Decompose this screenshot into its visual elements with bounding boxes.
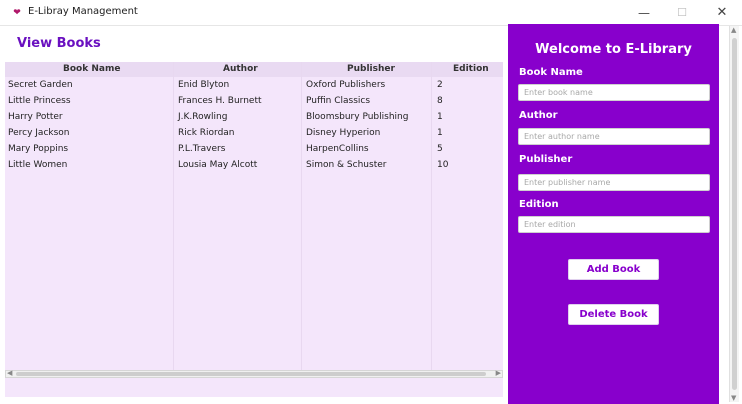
cell-author: P.L.Travers: [178, 144, 226, 154]
table-row[interactable]: Mary Poppins P.L.Travers HarpenCollins 5: [5, 142, 503, 157]
cell-book-name: Little Princess: [8, 96, 71, 106]
add-book-button[interactable]: Add Book: [568, 259, 659, 280]
table-row[interactable]: Secret Garden Enid Blyton Oxford Publish…: [5, 78, 503, 93]
edition-input[interactable]: [518, 216, 710, 233]
table-row[interactable]: Harry Potter J.K.Rowling Bloomsbury Publ…: [5, 110, 503, 125]
cell-book-name: Little Women: [8, 160, 68, 170]
heart-icon: ❤: [13, 8, 21, 18]
form-heading: Welcome to E-Library: [535, 42, 692, 57]
app-window: ❤ E-Libray Management — ☐ ✕ View Books B…: [0, 0, 742, 404]
table-row[interactable]: Percy Jackson Rick Riordan Disney Hyperi…: [5, 126, 503, 141]
cell-edition: 8: [437, 96, 443, 106]
cell-publisher: Disney Hyperion: [306, 128, 381, 138]
publisher-label: Publisher: [519, 154, 573, 165]
scroll-left-icon[interactable]: ◀: [7, 369, 12, 377]
cell-edition: 1: [437, 112, 443, 122]
scroll-right-icon[interactable]: ▶: [496, 369, 501, 377]
horizontal-scrollbar[interactable]: ◀ ▶: [5, 369, 503, 378]
cell-publisher: Bloomsbury Publishing: [306, 112, 409, 122]
cell-author: Frances H. Burnett: [178, 96, 262, 106]
cell-edition: 5: [437, 144, 443, 154]
scrollbar-thumb[interactable]: [732, 38, 737, 390]
delete-book-button[interactable]: Delete Book: [568, 304, 659, 325]
publisher-input[interactable]: [518, 174, 710, 191]
cell-book-name: Secret Garden: [8, 80, 73, 90]
title-bar[interactable]: ❤ E-Libray Management — ☐ ✕: [0, 0, 742, 26]
cell-book-name: Percy Jackson: [8, 128, 70, 138]
cell-publisher: HarpenCollins: [306, 144, 369, 154]
close-button[interactable]: ✕: [710, 3, 734, 23]
table-header: Book Name Author Publisher Edition: [5, 62, 503, 77]
cell-author: Rick Riordan: [178, 128, 235, 138]
column-header-book-name[interactable]: Book Name: [63, 64, 120, 74]
cell-publisher: Oxford Publishers: [306, 80, 386, 90]
minimize-button[interactable]: —: [632, 3, 656, 23]
column-header-edition[interactable]: Edition: [453, 64, 489, 74]
cell-book-name: Mary Poppins: [8, 144, 69, 154]
cell-edition: 2: [437, 80, 443, 90]
cell-publisher: Puffin Classics: [306, 96, 371, 106]
book-name-input[interactable]: [518, 84, 710, 101]
window-title: E-Libray Management: [28, 6, 138, 17]
cell-publisher: Simon & Schuster: [306, 160, 387, 170]
page-title: View Books: [17, 36, 101, 51]
book-name-label: Book Name: [519, 67, 583, 78]
scroll-down-icon[interactable]: ▼: [731, 394, 736, 402]
cell-author: Enid Blyton: [178, 80, 230, 90]
maximize-button[interactable]: ☐: [670, 3, 694, 23]
column-header-author[interactable]: Author: [223, 64, 258, 74]
cell-author: Lousia May Alcott: [178, 160, 258, 170]
table-row[interactable]: Little Women Lousia May Alcott Simon & S…: [5, 158, 503, 173]
author-input[interactable]: [518, 128, 710, 145]
table-row[interactable]: Little Princess Frances H. Burnett Puffi…: [5, 94, 503, 109]
add-book-form: Welcome to E-Library Book Name Author Pu…: [508, 24, 719, 404]
cell-author: J.K.Rowling: [178, 112, 228, 122]
scroll-up-icon[interactable]: ▲: [731, 26, 736, 34]
column-header-publisher[interactable]: Publisher: [347, 64, 395, 74]
vertical-scrollbar[interactable]: ▲ ▼: [729, 26, 739, 402]
cell-edition: 1: [437, 128, 443, 138]
cell-book-name: Harry Potter: [8, 112, 63, 122]
cell-edition: 10: [437, 160, 449, 170]
view-books-panel: View Books Book Name Author Publisher Ed…: [0, 26, 508, 404]
edition-label: Edition: [519, 199, 559, 210]
scrollbar-thumb[interactable]: [16, 372, 486, 376]
books-table: Book Name Author Publisher Edition Secre…: [5, 62, 503, 397]
author-label: Author: [519, 110, 558, 121]
